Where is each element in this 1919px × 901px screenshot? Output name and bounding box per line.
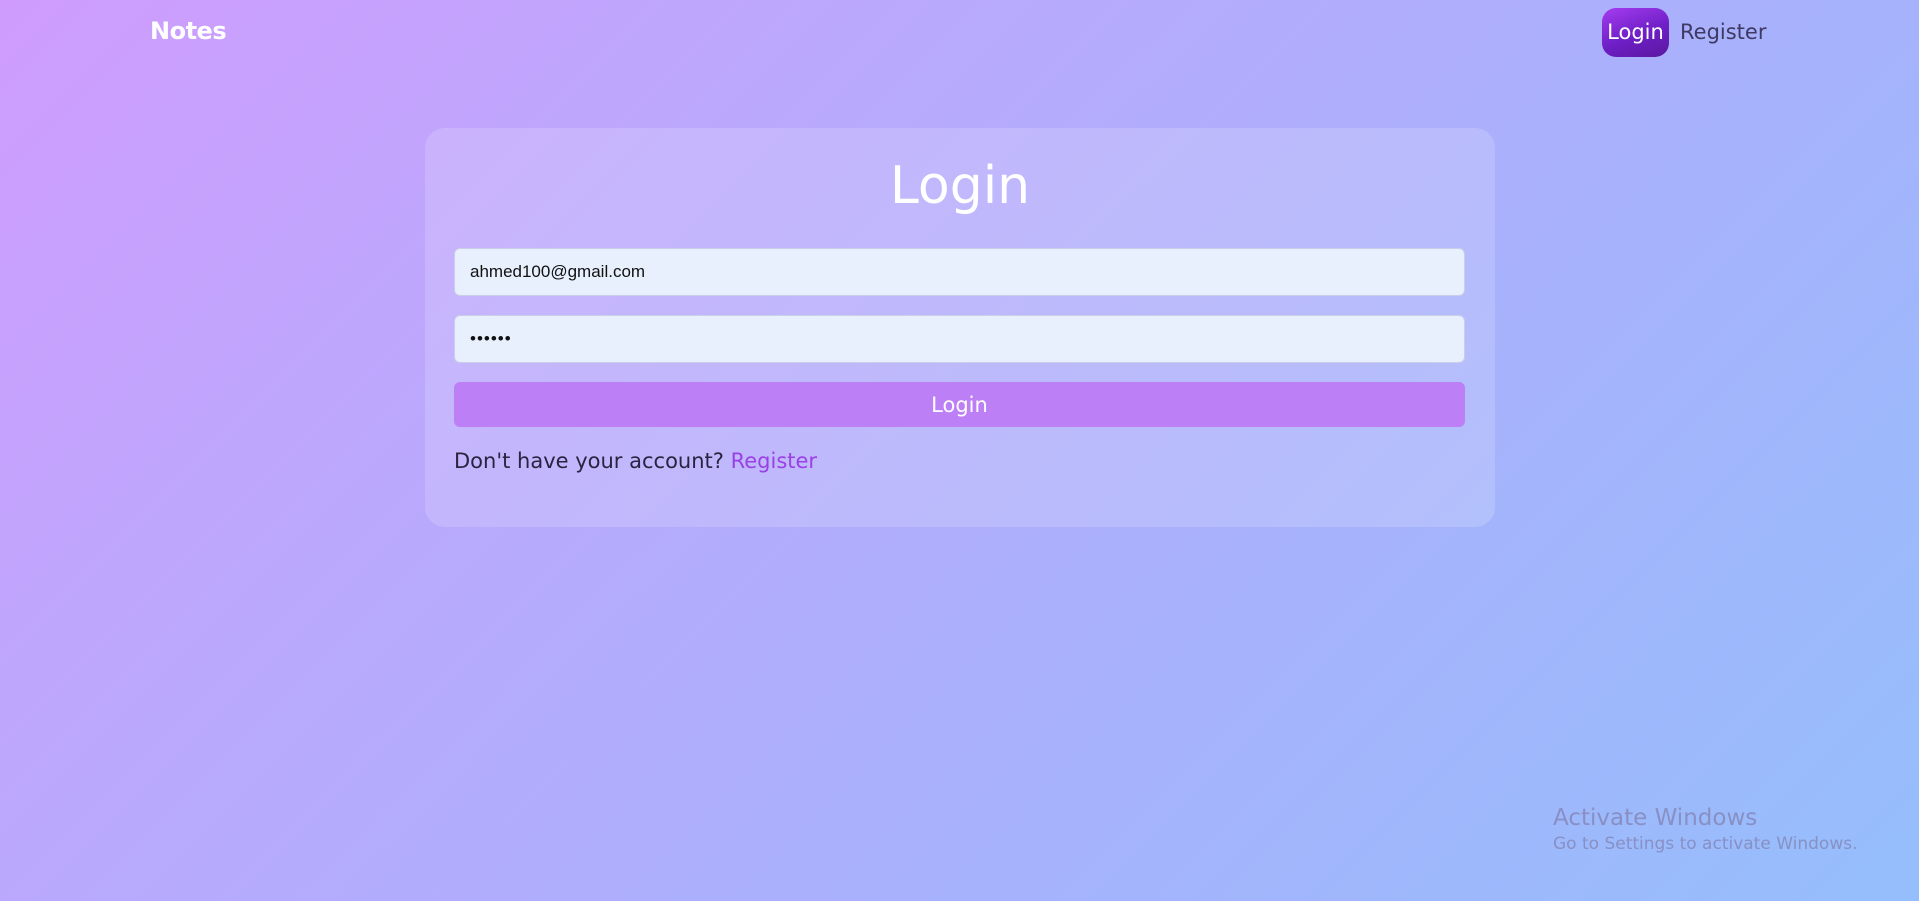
password-field[interactable] bbox=[454, 315, 1465, 363]
windows-activation-watermark: Activate Windows Go to Settings to activ… bbox=[1553, 805, 1858, 854]
brand-logo[interactable]: Notes bbox=[150, 17, 227, 45]
register-prompt: Don't have your account? Register bbox=[454, 449, 817, 473]
watermark-title: Activate Windows bbox=[1553, 805, 1758, 831]
register-prompt-text: Don't have your account? bbox=[454, 449, 731, 473]
login-card: Login Login Don't have your account? Reg… bbox=[425, 128, 1495, 527]
nav-links: Login Register bbox=[1602, 8, 1766, 57]
login-submit-button[interactable]: Login bbox=[454, 382, 1465, 427]
nav-register-link[interactable]: Register bbox=[1680, 8, 1766, 57]
navbar: Notes Login Register bbox=[0, 0, 1919, 66]
register-link[interactable]: Register bbox=[731, 449, 817, 473]
watermark-subtitle: Go to Settings to activate Windows. bbox=[1553, 834, 1858, 854]
nav-login-link[interactable]: Login bbox=[1602, 8, 1669, 57]
email-field[interactable] bbox=[454, 248, 1465, 296]
page-title: Login bbox=[889, 156, 1031, 216]
